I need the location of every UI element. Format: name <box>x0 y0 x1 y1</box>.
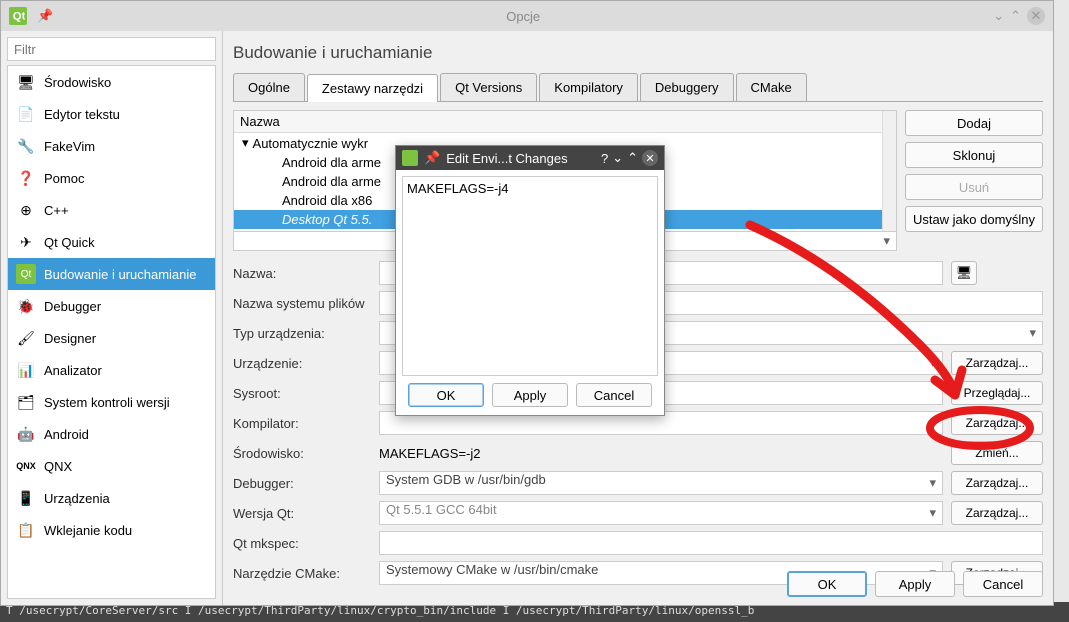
sysroot-label: Sysroot: <box>233 386 371 401</box>
cmake-label: Narzędzie CMake: <box>233 566 371 581</box>
env-textarea[interactable] <box>402 176 658 376</box>
desktop-icon-button[interactable]: 🖥 <box>951 261 977 285</box>
category-android[interactable]: 🤖Android <box>8 418 215 450</box>
qt-logo-icon: Qt <box>9 7 27 25</box>
name-label: Nazwa: <box>233 266 371 281</box>
debugger-select[interactable]: System GDB w /usr/bin/gdb <box>379 471 943 495</box>
build-run-icon: Qt <box>16 264 36 284</box>
collapse-icon[interactable]: ▾ <box>242 135 249 151</box>
monitor-icon: 🖥 <box>16 72 36 92</box>
env-value: MAKEFLAGS=-j2 <box>379 441 943 465</box>
qnx-icon: QNX <box>16 456 36 476</box>
tab-cmake[interactable]: CMake <box>736 73 807 101</box>
category-analyzer[interactable]: 📊Analizator <box>8 354 215 386</box>
qtver-select[interactable]: Qt 5.5.1 GCC 64bit <box>379 501 943 525</box>
analyzer-icon: 📊 <box>16 360 36 380</box>
category-fakevim[interactable]: 🔧FakeVim <box>8 130 215 162</box>
debugger-label: Debugger: <box>233 476 371 491</box>
tab-qtversions[interactable]: Qt Versions <box>440 73 537 101</box>
close-icon[interactable]: ✕ <box>1027 7 1045 25</box>
fakevim-icon: 🔧 <box>16 136 36 156</box>
qtver-label: Wersja Qt: <box>233 506 371 521</box>
make-default-button[interactable]: Ustaw jako domyślny <box>905 206 1043 232</box>
document-icon: 📄 <box>16 104 36 124</box>
fsname-label: Nazwa systemu plików <box>233 296 371 311</box>
pin-icon[interactable]: 📌 <box>424 150 440 166</box>
env-apply-button[interactable]: Apply <box>492 383 568 407</box>
env-dialog-title: Edit Envi...t Changes <box>446 151 595 166</box>
tab-compilers[interactable]: Kompilatory <box>539 73 638 101</box>
debugger-manage-button[interactable]: Zarządzaj... <box>951 471 1043 495</box>
tabs: Ogólne Zestawy narzędzi Qt Versions Komp… <box>233 73 1043 102</box>
category-devices[interactable]: 📱Urządzenia <box>8 482 215 514</box>
category-build-run[interactable]: QtBudowanie i uruchamianie <box>8 258 215 290</box>
tab-general[interactable]: Ogólne <box>233 73 305 101</box>
tree-header[interactable]: Nazwa <box>234 111 896 133</box>
env-change-button[interactable]: Zmień... <box>951 441 1043 465</box>
ok-button[interactable]: OK <box>787 571 867 597</box>
page-title: Budowanie i uruchamianie <box>233 39 1043 73</box>
category-paste[interactable]: 📋Wklejanie kodu <box>8 514 215 546</box>
category-text-editor[interactable]: 📄Edytor tekstu <box>8 98 215 130</box>
sysroot-browse-button[interactable]: Przeglądaj... <box>951 381 1043 405</box>
category-qtquick[interactable]: ✈Qt Quick <box>8 226 215 258</box>
sidebar: 🖥Środowisko 📄Edytor tekstu 🔧FakeVim ❓Pom… <box>1 31 223 605</box>
env-label: Środowisko: <box>233 446 371 461</box>
env-cancel-button[interactable]: Cancel <box>576 383 652 407</box>
scrollbar[interactable] <box>882 111 896 231</box>
svg-text:Qt: Qt <box>13 11 25 23</box>
monitor-icon: 🖥 <box>956 265 973 281</box>
category-environment[interactable]: 🖥Środowisko <box>8 66 215 98</box>
maximize-icon[interactable]: ⌃ <box>627 150 638 166</box>
category-cpp[interactable]: ⊕C++ <box>8 194 215 226</box>
device-label: Urządzenie: <box>233 356 371 371</box>
close-icon[interactable]: ✕ <box>642 150 658 166</box>
cancel-button[interactable]: Cancel <box>963 571 1043 597</box>
edit-env-dialog: 📌 Edit Envi...t Changes ? ⌄ ⌃ ✕ OK Apply… <box>395 145 665 416</box>
tab-kits[interactable]: Zestawy narzędzi <box>307 74 438 102</box>
category-debugger[interactable]: 🐞Debugger <box>8 290 215 322</box>
android-icon: 🤖 <box>16 424 36 444</box>
env-dialog-titlebar[interactable]: 📌 Edit Envi...t Changes ? ⌄ ⌃ ✕ <box>396 146 664 170</box>
help-icon: ❓ <box>16 168 36 188</box>
category-designer[interactable]: 🖌Designer <box>8 322 215 354</box>
devices-icon: 📱 <box>16 488 36 508</box>
pin-icon[interactable]: 📌 <box>37 8 53 24</box>
maximize-icon[interactable]: ⌃ <box>1010 8 1021 24</box>
tab-debuggers[interactable]: Debuggery <box>640 73 734 101</box>
compiler-label: Kompilator: <box>233 416 371 431</box>
env-ok-button[interactable]: OK <box>408 383 484 407</box>
category-vcs[interactable]: 🗂System kontroli wersji <box>8 386 215 418</box>
window-title: Opcje <box>53 9 993 24</box>
bug-icon: 🐞 <box>16 296 36 316</box>
minimize-icon[interactable]: ⌄ <box>612 150 623 166</box>
filter-input[interactable] <box>7 37 216 61</box>
devtype-label: Typ urządzenia: <box>233 326 371 341</box>
clone-button[interactable]: Sklonuj <box>905 142 1043 168</box>
compiler-manage-button[interactable]: Zarządzaj... <box>951 411 1043 435</box>
designer-icon: 🖌 <box>16 328 36 348</box>
help-icon[interactable]: ? <box>601 151 608 166</box>
titlebar[interactable]: Qt 📌 Opcje ⌄ ⌃ ✕ <box>1 1 1053 31</box>
minimize-icon[interactable]: ⌄ <box>993 8 1004 24</box>
apply-button[interactable]: Apply <box>875 571 955 597</box>
category-help[interactable]: ❓Pomoc <box>8 162 215 194</box>
paste-icon: 📋 <box>16 520 36 540</box>
qtver-manage-button[interactable]: Zarządzaj... <box>951 501 1043 525</box>
qt-logo-icon <box>402 150 418 166</box>
category-list[interactable]: 🖥Środowisko 📄Edytor tekstu 🔧FakeVim ❓Pom… <box>7 65 216 599</box>
mkspec-input[interactable] <box>379 531 1043 555</box>
mkspec-label: Qt mkspec: <box>233 536 371 551</box>
device-manage-button[interactable]: Zarządzaj... <box>951 351 1043 375</box>
remove-button: Usuń <box>905 174 1043 200</box>
add-button[interactable]: Dodaj <box>905 110 1043 136</box>
cpp-icon: ⊕ <box>16 200 36 220</box>
category-qnx[interactable]: QNXQNX <box>8 450 215 482</box>
qtquick-icon: ✈ <box>16 232 36 252</box>
vcs-icon: 🗂 <box>16 392 36 412</box>
